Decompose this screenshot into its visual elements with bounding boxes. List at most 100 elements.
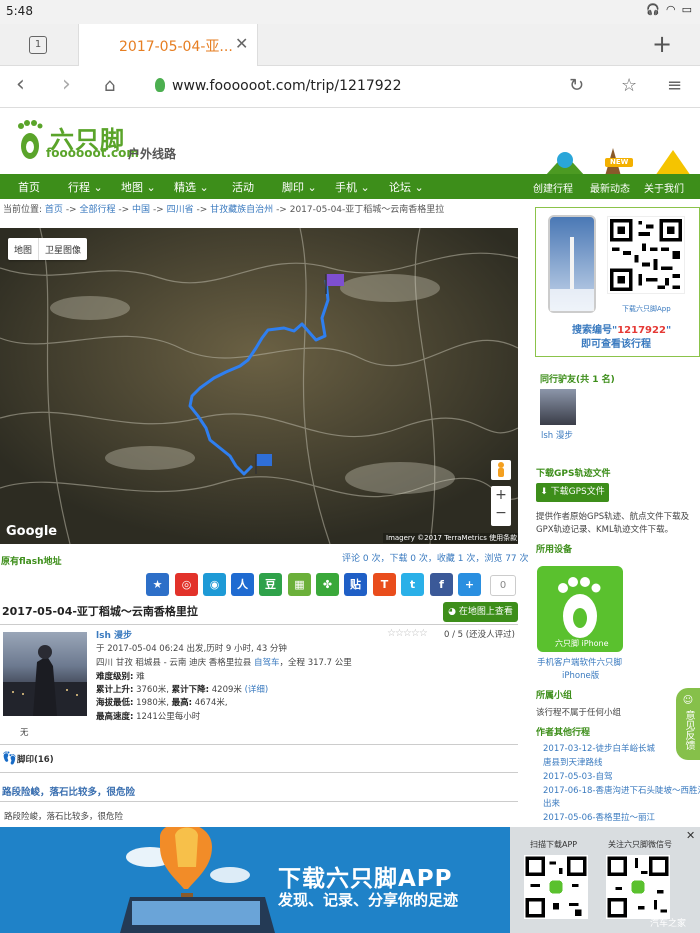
zoom-out-button[interactable]: − — [491, 504, 511, 522]
breadcrumb-current: 2017-05-04-亚丁稻城～云南香格里拉 — [289, 205, 445, 215]
t-icon[interactable]: T — [373, 573, 396, 596]
more-share-icon[interactable]: + — [458, 573, 481, 596]
app-icon[interactable]: 六只脚 iPhone — [537, 566, 623, 652]
trip-photo[interactable] — [3, 632, 87, 716]
site-favicon-icon — [155, 78, 165, 92]
device-line-2[interactable]: iPhone版 — [562, 669, 599, 681]
satellite-view-button[interactable]: 卫星图像 — [39, 238, 87, 260]
breadcrumb-all-trips[interactable]: 全部行程 — [79, 205, 115, 215]
tieba-icon[interactable]: 贴 — [344, 573, 367, 596]
trip-title: 2017-05-04-亚丁稻城～云南香格里拉 — [2, 605, 198, 618]
app-icon-label: 六只脚 iPhone — [555, 639, 609, 648]
other-trips-title: 作者其他行程 — [536, 728, 591, 738]
active-tab[interactable]: 2017-05-04-亚... ✕ — [78, 24, 258, 67]
twitter-icon[interactable]: t — [401, 573, 424, 596]
other-trip-link[interactable]: 2017-06-18-香唐沟进下石头陡坡～西胜沟 — [543, 784, 700, 796]
map-terms-link[interactable]: 使用条款 — [489, 534, 517, 542]
nav-map[interactable]: 地图 ⌄ — [121, 179, 156, 195]
nav-footprints[interactable]: 脚印 ⌄ — [282, 179, 317, 195]
trip-map[interactable]: 地图 卫星图像 + − Google Imagery ©2017 TerraMe… — [0, 228, 518, 544]
url-field[interactable]: www.foooooot.com/trip/1217922 — [172, 78, 401, 94]
banner-title: 下载六只脚APP — [278, 866, 453, 892]
detail-link[interactable]: (详细) — [245, 685, 269, 695]
route-distance: ，全程 317.7 公里 — [279, 658, 352, 668]
nav-footprints-label: 脚印 — [282, 181, 304, 194]
renren-icon[interactable]: 人 — [231, 573, 254, 596]
wechat-qr-code-icon[interactable] — [606, 855, 670, 919]
divider — [0, 801, 518, 802]
latest-news-link[interactable]: 最新动态 — [590, 180, 630, 195]
breadcrumb-china[interactable]: 中国 — [132, 205, 150, 215]
map-imagery-credit: Imagery ©2017 TerraMetrics — [386, 534, 487, 542]
menu-icon[interactable]: ≡ — [667, 75, 682, 96]
feedback-tab[interactable]: ☺ 意见反馈 — [676, 688, 700, 760]
nav-trips-label: 行程 — [68, 181, 90, 194]
favorite-star-icon[interactable]: ★ — [146, 573, 169, 596]
nav-forum[interactable]: 论坛 ⌄ — [389, 179, 424, 195]
footprint-count[interactable]: 脚印(16) — [17, 753, 54, 765]
breadcrumb-home[interactable]: 首页 — [45, 205, 63, 215]
qr-code-icon[interactable] — [607, 216, 685, 294]
pegman-icon[interactable] — [491, 460, 511, 480]
view-on-map-label: 在地图上查看 — [458, 607, 513, 617]
footprint-logo-icon[interactable] — [16, 120, 44, 160]
route-mode-link[interactable]: 自驾车 — [254, 658, 280, 668]
app-qr-code-icon[interactable] — [524, 855, 588, 919]
about-us-link[interactable]: 关于我们 — [644, 180, 684, 195]
divider — [0, 772, 518, 773]
forward-icon[interactable]: › — [62, 72, 71, 97]
nav-mobile[interactable]: 手机 ⌄ — [335, 179, 370, 195]
download-gps-button[interactable]: ⬇ 下载GPS文件 — [536, 483, 609, 502]
globe-icon: ◕ — [448, 607, 456, 617]
douban-icon[interactable]: 豆 — [259, 573, 282, 596]
status-icons: 🎧 ◠ ▭ — [646, 3, 692, 16]
other-trip-link[interactable]: 2017-05-03-自驾 — [543, 770, 612, 782]
close-tab-icon[interactable]: ✕ — [235, 34, 248, 53]
tab-title: 2017-05-04-亚... — [119, 39, 233, 55]
breadcrumb-sichuan[interactable]: 四川省 — [167, 205, 194, 215]
nav-home[interactable]: 首页 — [18, 179, 40, 195]
zoom-control: + − — [491, 486, 511, 526]
main-nav: 首页 行程 ⌄ 地图 ⌄ 精选 ⌄ 活动 脚印 ⌄ 手机 ⌄ 论坛 ⌄ 创建行程… — [0, 174, 700, 199]
facebook-icon[interactable]: f — [430, 573, 453, 596]
other-trip-link[interactable]: 唐县到天津路线 — [543, 756, 603, 768]
home-icon[interactable]: ⌂ — [104, 75, 115, 96]
map-view-button[interactable]: 地图 — [8, 238, 40, 260]
clover-icon[interactable]: ✤ — [316, 573, 339, 596]
device-title: 所用设备 — [536, 545, 573, 555]
tencent-icon[interactable]: ◉ — [203, 573, 226, 596]
other-trip-link[interactable]: 2017-03-12-徒步白羊峪长城 — [543, 742, 655, 754]
weibo-icon[interactable]: ◎ — [175, 573, 198, 596]
app-download-banner[interactable]: 下载六只脚APP 发现、记录、分享你的足迹 扫描下载APP 关注六只脚微信号 ✕ — [0, 827, 700, 933]
close-banner-icon[interactable]: ✕ — [686, 829, 695, 842]
other-trip-link[interactable]: 出来 — [543, 797, 560, 809]
zoom-in-button[interactable]: + — [491, 486, 511, 504]
new-tab-icon[interactable]: + — [652, 30, 672, 58]
bookmark-star-icon[interactable]: ☆ — [621, 75, 637, 96]
trip-author-link[interactable]: lsh 漫步 — [96, 628, 132, 641]
watermark: 汽车之家 — [650, 919, 687, 929]
breadcrumb-ganzi[interactable]: 甘孜藏族自治州 — [210, 205, 273, 215]
nav-featured[interactable]: 精选 ⌄ — [174, 179, 209, 195]
companion-name[interactable]: lsh 漫步 — [541, 429, 573, 441]
note-title[interactable]: 路段险峻，落石比较多，很危险 — [2, 784, 135, 798]
rating-stars[interactable]: ☆☆☆☆☆ — [387, 628, 428, 639]
group-text: 该行程不属于任何小组 — [536, 708, 622, 718]
photo-caption: 无 — [20, 728, 29, 738]
chevron-down-icon: ⌄ — [307, 181, 317, 194]
flash-link[interactable]: 原有flash地址 — [1, 554, 62, 567]
trip-time: 于 2017-05-04 06:24 出发,历时 9 小时, 43 分钟 — [96, 644, 287, 654]
device-line-1[interactable]: 手机客户端软件六只脚 — [537, 656, 622, 668]
back-icon[interactable]: ‹ — [16, 72, 25, 97]
view-on-map-button[interactable]: ◕ 在地图上查看 — [443, 602, 518, 622]
create-trip-link[interactable]: 创建行程 — [533, 180, 573, 195]
kaixin-icon[interactable]: ▦ — [288, 573, 311, 596]
nav-trips[interactable]: 行程 ⌄ — [68, 179, 103, 195]
nav-activities[interactable]: 活动 — [232, 179, 254, 195]
companion-avatar[interactable] — [540, 389, 576, 425]
tab-switcher-button[interactable]: 1 — [29, 36, 47, 54]
reload-icon[interactable]: ↻ — [569, 75, 584, 96]
other-trip-link[interactable]: 2017-05-06-香格里拉～丽江 — [543, 811, 655, 823]
footprint-icon: 👣 — [2, 751, 17, 765]
site-slogan: 户外线路 — [128, 147, 177, 161]
